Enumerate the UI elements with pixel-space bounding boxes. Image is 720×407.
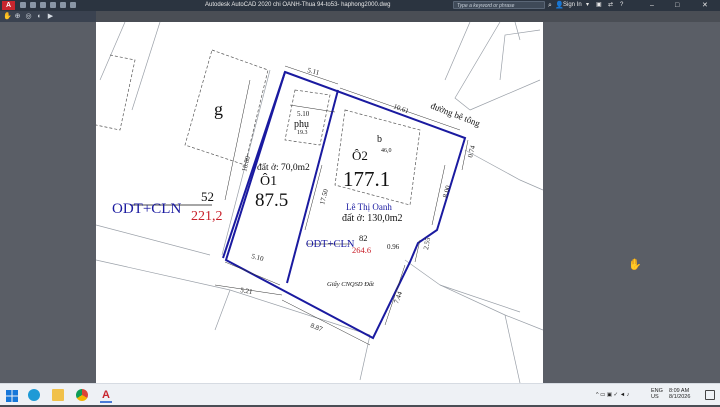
- lot1-note: đất ở: 70,0m2: [257, 162, 310, 173]
- lot1-label: Ô1: [260, 172, 277, 189]
- land-left-area: 221,2: [191, 209, 223, 224]
- windows-start-icon[interactable]: [6, 389, 18, 402]
- phu-label: phụ: [294, 119, 309, 130]
- edge-icon[interactable]: [28, 389, 40, 401]
- chrome-icon[interactable]: [76, 389, 88, 401]
- hand-cursor-icon: ✋: [628, 258, 642, 271]
- owner-note: đất ở: 130,0m2: [342, 213, 403, 224]
- dim-1061: 10.61: [392, 102, 410, 115]
- land-mid-code: ODT+CLN: [306, 239, 355, 250]
- dim-511: 5.11: [306, 66, 320, 77]
- land-left-code: ODT+CLN: [112, 201, 181, 217]
- lot1-area: 87.5: [255, 190, 288, 211]
- file-explorer-icon[interactable]: [52, 389, 64, 401]
- dim-800: 8.00: [441, 184, 452, 198]
- dim-510-top: 5.10: [297, 110, 310, 118]
- cad-drawing[interactable]: g phụ 19.3 b 46,0 đường bê tông Ô2 177.1…: [0, 0, 720, 405]
- lot-g-label: g: [214, 99, 223, 119]
- dim-255: 2.55: [422, 236, 432, 250]
- owner-name: Lê Thị Oanh: [346, 202, 392, 212]
- dim-887: 8.87: [309, 321, 324, 333]
- lot2-b-value: 46,0: [381, 148, 392, 154]
- dim-1880: 18.80: [240, 155, 252, 173]
- lot2-label: Ô2: [352, 148, 368, 163]
- lot2-b-label: b: [377, 134, 382, 145]
- lot2-area: 177.1: [343, 167, 390, 191]
- dim-521: 5.21: [240, 286, 254, 296]
- phu-value: 19.3: [297, 130, 308, 136]
- autocad-taskbar-icon[interactable]: A: [100, 389, 112, 403]
- dim-1750: 17.50: [318, 188, 330, 206]
- notification-icon[interactable]: [705, 390, 715, 400]
- lang-secondary: US: [651, 394, 659, 400]
- clock-date: 8/1/2026: [669, 394, 691, 400]
- dim-096: 0.96: [387, 243, 400, 251]
- cert-note: Giấy CNQSD Đất: [327, 281, 374, 288]
- language-indicator[interactable]: ENG US: [651, 388, 663, 400]
- land-mid-num: 82: [359, 233, 368, 243]
- tray-icons[interactable]: ^ ▭ ▣ ✓ ◄ ♪: [596, 392, 629, 398]
- land-left-num: 52: [201, 189, 214, 204]
- taskbar: A ^ ▭ ▣ ✓ ◄ ♪ ENG US 8:09 AM 8/1/2026: [0, 383, 720, 405]
- land-mid-area: 264.6: [352, 245, 371, 255]
- dim-074: 0.74: [466, 144, 477, 158]
- dim-510-bottom: 5.10: [250, 252, 264, 263]
- clock[interactable]: 8:09 AM 8/1/2026: [669, 388, 690, 400]
- road-label: đường bê tông: [429, 101, 482, 129]
- dim-744: 7.44: [392, 290, 404, 305]
